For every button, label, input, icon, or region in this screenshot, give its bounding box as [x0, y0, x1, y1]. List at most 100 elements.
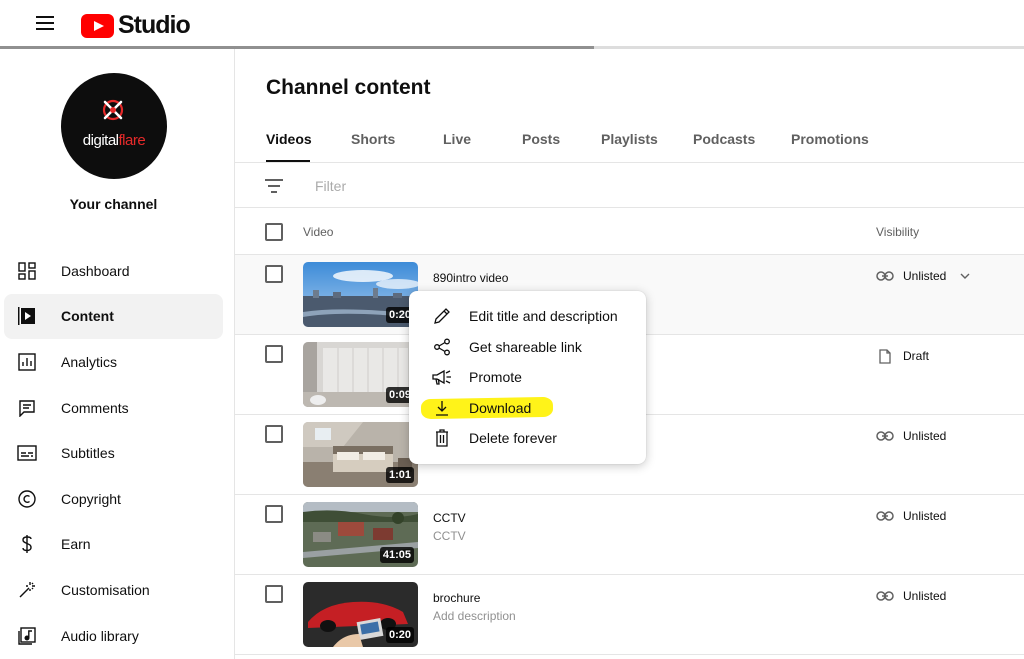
share-icon [432, 337, 452, 357]
visibility-cell[interactable]: Unlisted [876, 509, 946, 523]
video-thumbnail[interactable]: 0:09 [303, 342, 418, 407]
video-thumbnail[interactable]: 0:20 [303, 582, 418, 647]
link-icon [876, 429, 894, 443]
your-channel-label: Your channel [69, 196, 158, 212]
tab-posts[interactable]: Posts [522, 131, 560, 162]
sidebar-item-earn[interactable]: Earn [4, 522, 223, 568]
page-title: Channel content [266, 76, 431, 99]
menu-item-label: Get shareable link [469, 338, 582, 355]
trash-icon [432, 428, 452, 448]
sidebar-nav: Dashboard Content Analytics Comments Sub… [4, 248, 223, 658]
tab-playlists[interactable]: Playlists [601, 131, 658, 162]
comments-icon [16, 397, 38, 419]
content-icon [16, 305, 38, 327]
video-thumbnail[interactable]: 41:05 [303, 502, 418, 567]
menu-item-delete-forever[interactable]: Delete forever [409, 423, 646, 454]
sidebar-item-label: Audio library [61, 627, 139, 644]
sidebar: digitalflare Your channel Dashboard Cont… [0, 49, 235, 659]
menu-item-share-link[interactable]: Get shareable link [409, 332, 646, 363]
visibility-label: Draft [903, 349, 930, 363]
menu-icon[interactable] [36, 16, 54, 30]
table-row[interactable]: 41:05 CCTV CCTV Unlisted [235, 495, 1024, 575]
sidebar-item-copyright[interactable]: Copyright [4, 476, 223, 522]
row-checkbox[interactable] [265, 265, 283, 283]
video-options-menu: Edit title and description Get shareable… [409, 291, 646, 464]
video-title[interactable]: CCTV [433, 511, 466, 525]
copyright-icon [16, 488, 38, 510]
link-icon [876, 509, 894, 523]
sidebar-item-label: Customisation [61, 581, 150, 598]
visibility-cell[interactable]: Unlisted [876, 589, 946, 603]
filter-bar [235, 163, 1024, 208]
sidebar-item-audio-library[interactable]: Audio library [4, 613, 223, 659]
sidebar-item-subtitles[interactable]: Subtitles [4, 430, 223, 476]
megaphone-icon [432, 367, 452, 387]
link-icon [876, 269, 894, 283]
tab-videos[interactable]: Videos [266, 131, 312, 162]
video-duration: 41:05 [379, 547, 414, 563]
table-row[interactable]: 0:20 brochure Add description Unlisted [235, 575, 1024, 655]
row-checkbox[interactable] [265, 345, 283, 363]
table-header: Video Visibility [235, 209, 1024, 255]
visibility-cell[interactable]: Unlisted [876, 269, 970, 283]
sidebar-item-customisation[interactable]: Customisation [4, 567, 223, 613]
sidebar-item-label: Earn [61, 536, 91, 553]
menu-item-download[interactable]: Download [409, 393, 646, 424]
row-checkbox[interactable] [265, 505, 283, 523]
sidebar-item-label: Dashboard [61, 262, 130, 279]
menu-item-label: Delete forever [469, 430, 557, 447]
tab-shorts[interactable]: Shorts [351, 131, 395, 162]
download-icon [432, 398, 452, 418]
tab-live[interactable]: Live [443, 131, 472, 162]
select-all-checkbox[interactable] [265, 223, 283, 241]
video-title[interactable]: 890intro video [433, 271, 508, 285]
visibility-label: Unlisted [903, 269, 947, 283]
row-checkbox[interactable] [265, 425, 283, 443]
sidebar-item-label: Copyright [61, 490, 121, 507]
audio-library-icon [16, 625, 38, 647]
chevron-down-icon[interactable] [960, 271, 970, 281]
link-icon [876, 589, 894, 603]
video-duration: 0:20 [385, 627, 414, 643]
visibility-label: Unlisted [903, 509, 947, 523]
video-description: CCTV [433, 529, 466, 543]
dashboard-icon [16, 260, 38, 282]
sidebar-item-content[interactable]: Content [4, 293, 223, 340]
video-title[interactable]: brochure [433, 591, 480, 605]
sidebar-item-analytics[interactable]: Analytics [4, 339, 223, 385]
studio-logo[interactable]: Studio [81, 11, 191, 40]
row-checkbox[interactable] [265, 585, 283, 603]
menu-item-label: Edit title and description [469, 308, 618, 325]
digitalflare-logo-icon [102, 99, 124, 121]
filter-icon[interactable] [265, 179, 283, 193]
visibility-label: Unlisted [903, 589, 947, 603]
logo-text: Studio [118, 11, 191, 39]
sidebar-item-label: Comments [61, 399, 129, 416]
sidebar-item-label: Analytics [61, 353, 118, 370]
dollar-icon [16, 533, 38, 555]
channel-avatar[interactable]: digitalflare [61, 73, 167, 179]
visibility-cell[interactable]: Draft [876, 348, 930, 364]
sidebar-item-dashboard[interactable]: Dashboard [4, 248, 223, 294]
video-thumbnail[interactable]: 1:01 [303, 422, 418, 487]
video-duration: 1:01 [385, 467, 414, 483]
menu-item-promote[interactable]: Promote [409, 362, 646, 393]
content-tabs: Videos Shorts Live Posts Playlists Podca… [266, 131, 869, 162]
document-icon [876, 348, 894, 364]
subtitles-icon [16, 442, 38, 464]
visibility-cell[interactable]: Unlisted [876, 429, 946, 443]
pencil-icon [432, 306, 452, 326]
top-bar: Studio [0, 0, 1024, 49]
visibility-label: Unlisted [903, 429, 947, 443]
menu-item-label: Download [469, 399, 532, 416]
channel-logo-text: digitalflare [82, 132, 146, 149]
menu-item-edit-title[interactable]: Edit title and description [409, 301, 646, 332]
tab-promotions[interactable]: Promotions [791, 131, 869, 162]
filter-input[interactable] [315, 176, 715, 196]
sidebar-item-comments[interactable]: Comments [4, 385, 223, 431]
video-thumbnail[interactable]: 0:20 [303, 262, 418, 327]
column-header-visibility[interactable]: Visibility [876, 225, 919, 239]
tab-podcasts[interactable]: Podcasts [693, 131, 755, 162]
sidebar-item-label: Content [61, 308, 114, 325]
youtube-logo-icon [81, 13, 114, 38]
